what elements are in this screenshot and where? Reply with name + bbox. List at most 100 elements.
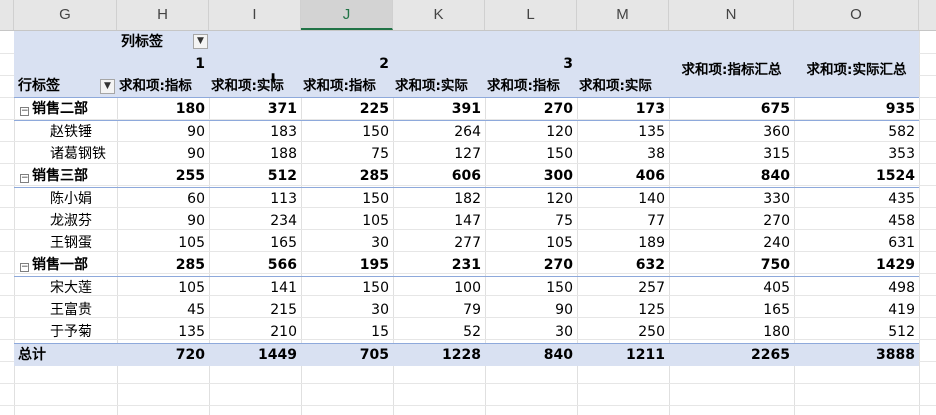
value-cell[interactable]: 180 — [669, 321, 794, 343]
value-cell[interactable]: 840 — [669, 165, 794, 187]
value-cell[interactable]: 150 — [301, 277, 393, 299]
value-cell[interactable]: 458 — [794, 210, 919, 232]
column-header-n[interactable]: N — [669, 0, 794, 30]
value-cell[interactable]: 150 — [485, 277, 577, 299]
value-cell[interactable]: 935 — [794, 98, 919, 120]
column-header-g[interactable]: G — [14, 0, 117, 30]
value-cell[interactable]: 165 — [209, 232, 301, 254]
value-cell[interactable]: 675 — [669, 98, 794, 120]
column-header-o[interactable]: O — [794, 0, 919, 30]
spreadsheet[interactable]: GHIJKLMNO 列标签 ▼ 1 2 3 行标签 ▼ 求和项:指标 求和项:实际 求和项:指标求… — [0, 0, 936, 415]
value-cell[interactable]: 264 — [393, 121, 485, 143]
value-cell[interactable]: 240 — [669, 232, 794, 254]
value-cell[interactable]: 147 — [393, 210, 485, 232]
value-cell[interactable]: 150 — [485, 143, 577, 165]
value-cell[interactable]: 606 — [393, 165, 485, 187]
value-cell[interactable]: 270 — [485, 254, 577, 276]
value-cell[interactable]: 141 — [209, 277, 301, 299]
value-cell[interactable]: 1429 — [794, 254, 919, 276]
value-cell[interactable]: 512 — [794, 321, 919, 343]
grand-total-value[interactable]: 2265 — [669, 344, 794, 366]
value-cell[interactable]: 105 — [301, 210, 393, 232]
value-cell[interactable]: 100 — [393, 277, 485, 299]
group-label[interactable]: − 销售二部 — [14, 98, 117, 120]
value-cell[interactable]: 631 — [794, 232, 919, 254]
value-cell[interactable]: 255 — [117, 165, 209, 187]
grand-total-value[interactable]: 3888 — [794, 344, 919, 366]
value-cell[interactable]: 360 — [669, 121, 794, 143]
value-cell[interactable]: 105 — [117, 277, 209, 299]
value-cell[interactable]: 140 — [577, 188, 669, 210]
value-cell[interactable]: 405 — [669, 277, 794, 299]
value-cell[interactable]: 127 — [393, 143, 485, 165]
value-cell[interactable]: 231 — [393, 254, 485, 276]
value-cell[interactable]: 90 — [485, 299, 577, 321]
value-cell[interactable]: 582 — [794, 121, 919, 143]
column-header-i[interactable]: I — [209, 0, 301, 30]
value-cell[interactable]: 75 — [301, 143, 393, 165]
column-header-h[interactable]: H — [117, 0, 209, 30]
value-cell[interactable]: 183 — [209, 121, 301, 143]
value-cell[interactable]: 498 — [794, 277, 919, 299]
value-cell[interactable]: 77 — [577, 210, 669, 232]
value-cell[interactable]: 285 — [301, 165, 393, 187]
value-cell[interactable]: 750 — [669, 254, 794, 276]
value-cell[interactable]: 150 — [301, 188, 393, 210]
value-cell[interactable]: 173 — [577, 98, 669, 120]
value-cell[interactable]: 250 — [577, 321, 669, 343]
value-cell[interactable]: 113 — [209, 188, 301, 210]
collapse-icon[interactable]: − — [20, 174, 29, 183]
value-cell[interactable]: 512 — [209, 165, 301, 187]
group-label[interactable]: − 销售三部 — [14, 165, 117, 187]
value-cell[interactable]: 125 — [577, 299, 669, 321]
value-cell[interactable]: 105 — [117, 232, 209, 254]
grand-total-value[interactable]: 720 — [117, 344, 209, 366]
value-cell[interactable]: 371 — [209, 98, 301, 120]
grand-total-value[interactable]: 1211 — [577, 344, 669, 366]
value-cell[interactable]: 234 — [209, 210, 301, 232]
value-cell[interactable]: 257 — [577, 277, 669, 299]
value-cell[interactable]: 105 — [485, 232, 577, 254]
value-cell[interactable]: 45 — [117, 299, 209, 321]
value-cell[interactable]: 353 — [794, 143, 919, 165]
value-cell[interactable]: 180 — [117, 98, 209, 120]
value-cell[interactable]: 135 — [117, 321, 209, 343]
value-cell[interactable]: 315 — [669, 143, 794, 165]
value-cell[interactable]: 391 — [393, 98, 485, 120]
value-cell[interactable]: 189 — [577, 232, 669, 254]
column-header-l[interactable]: L — [485, 0, 577, 30]
value-cell[interactable]: 90 — [117, 143, 209, 165]
grand-total-value[interactable]: 1228 — [393, 344, 485, 366]
value-cell[interactable]: 15 — [301, 321, 393, 343]
value-cell[interactable]: 632 — [577, 254, 669, 276]
value-cell[interactable]: 38 — [577, 143, 669, 165]
value-cell[interactable]: 182 — [393, 188, 485, 210]
value-cell[interactable]: 120 — [485, 188, 577, 210]
value-cell[interactable]: 150 — [301, 121, 393, 143]
value-cell[interactable]: 419 — [794, 299, 919, 321]
value-cell[interactable]: 566 — [209, 254, 301, 276]
value-cell[interactable]: 1524 — [794, 165, 919, 187]
value-cell[interactable]: 270 — [485, 98, 577, 120]
grand-total-value[interactable]: 1449 — [209, 344, 301, 366]
collapse-icon[interactable]: − — [20, 263, 29, 272]
select-all-corner[interactable] — [0, 0, 14, 30]
value-cell[interactable]: 30 — [301, 299, 393, 321]
value-cell[interactable]: 60 — [117, 188, 209, 210]
value-cell[interactable]: 435 — [794, 188, 919, 210]
value-cell[interactable]: 79 — [393, 299, 485, 321]
value-cell[interactable]: 210 — [209, 321, 301, 343]
value-cell[interactable]: 270 — [669, 210, 794, 232]
value-cell[interactable]: 165 — [669, 299, 794, 321]
collapse-icon[interactable]: − — [20, 107, 29, 116]
column-header-m[interactable]: M — [577, 0, 669, 30]
value-cell[interactable]: 195 — [301, 254, 393, 276]
value-cell[interactable]: 90 — [117, 210, 209, 232]
value-cell[interactable]: 188 — [209, 143, 301, 165]
value-cell[interactable]: 406 — [577, 165, 669, 187]
value-cell[interactable]: 30 — [485, 321, 577, 343]
value-cell[interactable]: 135 — [577, 121, 669, 143]
value-cell[interactable]: 330 — [669, 188, 794, 210]
value-cell[interactable]: 285 — [117, 254, 209, 276]
value-cell[interactable]: 225 — [301, 98, 393, 120]
